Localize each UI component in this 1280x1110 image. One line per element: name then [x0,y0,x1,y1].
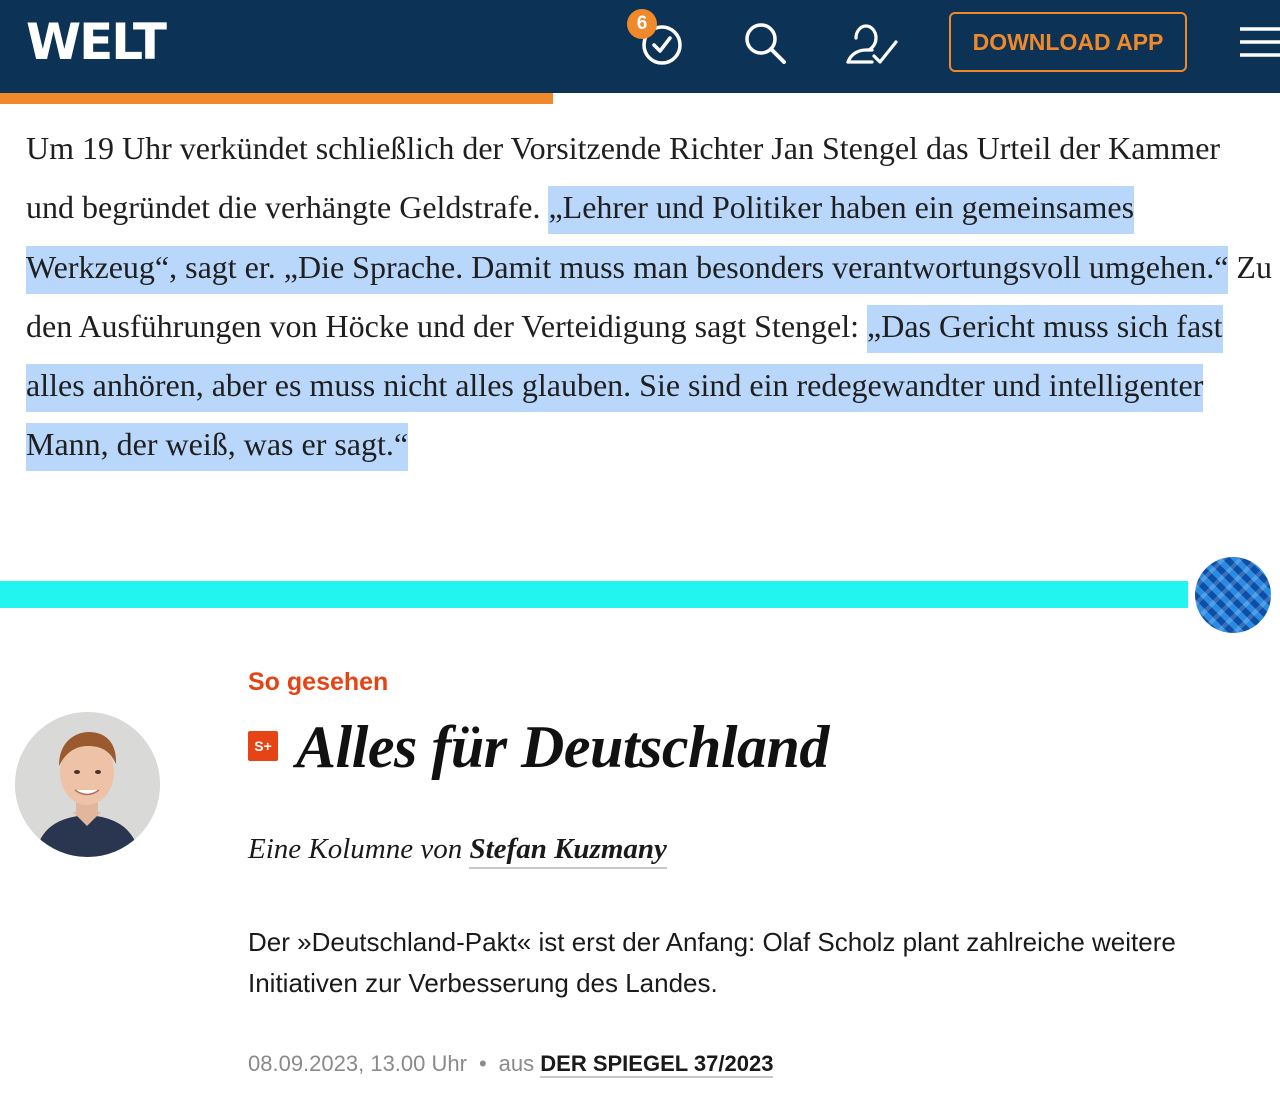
search-icon[interactable] [740,18,790,68]
menu-icon[interactable] [1236,22,1280,62]
account-check-icon[interactable] [842,18,900,68]
byline-prefix: Eine Kolumne von [248,833,463,865]
section-divider [0,581,1188,608]
article-headline[interactable]: Alles für Deutschland [296,712,829,782]
welt-header: WELT 6 DOWNLOAD APP [0,0,1280,93]
pattern-logo-icon [1195,557,1271,633]
author-link[interactable]: Stefan Kuzmany [469,833,667,869]
column-rubric[interactable]: So gesehen [248,668,388,697]
author-avatar[interactable] [15,712,160,857]
download-app-button[interactable]: DOWNLOAD APP [949,12,1187,72]
article-meta: 08.09.2023, 13.00 Uhr • aus DER SPIEGEL 37… [248,1051,774,1078]
article-teaser: Der »Deutschland-Pakt« ist erst der Anfa… [248,927,1176,998]
welt-logo[interactable]: WELT [26,14,167,70]
byline: Eine Kolumne von Stefan Kuzmany [248,833,667,869]
issue-link[interactable]: DER SPIEGEL 37/2023 [540,1051,774,1078]
spiegel-plus-badge: S+ [248,731,278,761]
notification-badge: 6 [627,9,657,39]
meta-separator: • [478,1051,487,1076]
avatar-portrait [15,712,160,857]
publish-date: 08.09.2023, 13.00 Uhr [248,1051,467,1076]
source-prefix: aus [498,1051,535,1076]
reading-progress-bar [0,93,553,104]
article-paragraph: Um 19 Uhr verkündet schließlich der Vors… [26,119,1272,475]
